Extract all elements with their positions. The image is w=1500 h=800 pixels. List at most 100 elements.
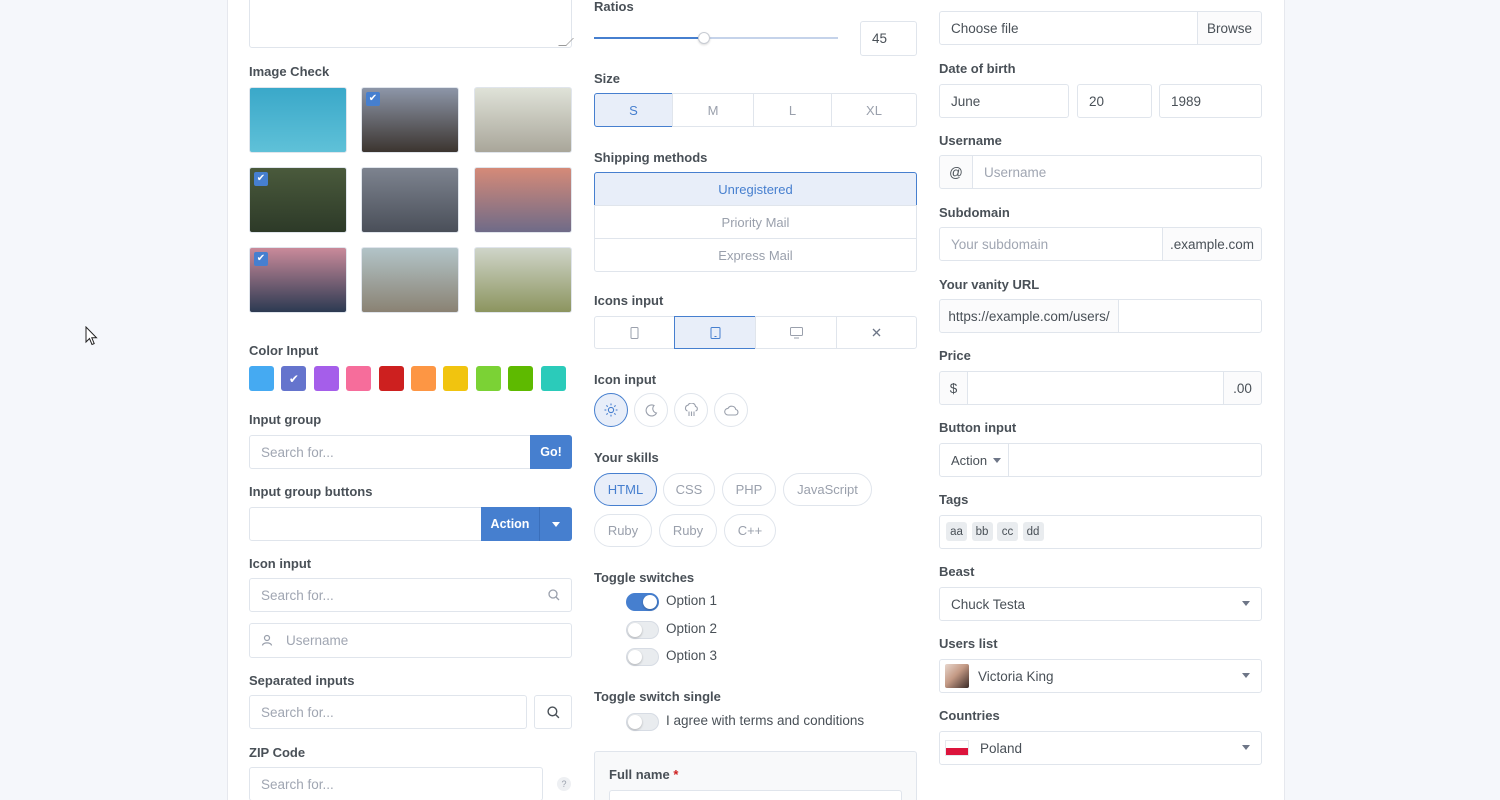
countries-label: Countries <box>939 708 1000 723</box>
device-option-phone[interactable] <box>594 316 675 349</box>
device-option-none[interactable] <box>836 316 917 349</box>
browse-button[interactable]: Browse <box>1197 11 1262 45</box>
dob-day-select[interactable]: 20 <box>1077 84 1152 118</box>
search-icon <box>546 705 559 718</box>
color-swatch[interactable]: ✔ <box>281 366 307 391</box>
size-option-s[interactable]: S <box>594 93 673 127</box>
zip-code-input[interactable]: Search for... <box>249 767 543 800</box>
action-button[interactable]: Action <box>481 507 539 541</box>
weather-option-cloud[interactable] <box>714 393 748 427</box>
subdomain-addon: .example.com <box>1162 227 1262 261</box>
full-name-input[interactable] <box>609 790 902 800</box>
color-swatch[interactable] <box>540 366 566 391</box>
ratio-slider-thumb[interactable] <box>697 32 710 44</box>
toggle-switch[interactable] <box>626 620 659 639</box>
username-input[interactable]: Username <box>972 155 1262 189</box>
icon-username-input[interactable]: Username <box>249 623 572 658</box>
beast-select[interactable]: Chuck Testa <box>939 587 1262 621</box>
dob-month-select[interactable]: June <box>939 84 1069 118</box>
color-swatch[interactable] <box>411 366 436 391</box>
skill-pill[interactable]: Ruby <box>594 514 652 547</box>
toggle-switch[interactable] <box>626 593 659 611</box>
toggle-knob <box>628 715 642 729</box>
mountain-girls-image[interactable]: ✔ <box>361 87 459 153</box>
tag-chip[interactable]: bb <box>971 522 993 541</box>
lake-mountains-image[interactable] <box>361 167 459 233</box>
ratio-value-input[interactable]: 45 <box>860 21 917 56</box>
button-input-action[interactable]: Action <box>939 443 1009 477</box>
valley-image[interactable] <box>474 247 572 313</box>
sunset-image[interactable] <box>474 167 572 233</box>
vanity-url-input[interactable] <box>1118 299 1262 333</box>
color-swatch[interactable] <box>346 366 372 391</box>
textarea[interactable] <box>249 0 572 48</box>
color-swatch[interactable] <box>508 366 534 391</box>
toggle-switch-label: Option 2 <box>666 620 718 636</box>
skill-pill[interactable]: Ruby <box>659 514 717 547</box>
icon-input-label: Icon input <box>249 556 312 571</box>
size-option-l[interactable]: L <box>753 93 832 127</box>
zip-code-placeholder: Search for... <box>261 776 334 792</box>
dob-year-select[interactable]: 1989 <box>1159 84 1262 118</box>
skill-pill[interactable]: HTML <box>594 473 657 506</box>
island-image[interactable] <box>249 87 347 153</box>
file-input[interactable]: Choose file <box>939 11 1198 45</box>
color-swatch[interactable] <box>249 366 274 391</box>
input-group-placeholder: Search for... <box>261 444 334 460</box>
skill-pill[interactable]: C++ <box>724 514 776 547</box>
separated-search-button[interactable] <box>534 695 572 729</box>
temple-image[interactable]: ✔ <box>249 167 347 233</box>
input-group-search[interactable]: Search for... <box>249 435 532 469</box>
weather-option-sun[interactable] <box>594 393 628 427</box>
terms-toggle[interactable] <box>626 713 659 731</box>
size-option-xl[interactable]: XL <box>831 93 917 127</box>
countries-select[interactable]: Poland <box>939 731 1262 765</box>
icon-search-input[interactable]: Search for... <box>249 578 572 612</box>
subdomain-input[interactable]: Your subdomain <box>939 227 1163 261</box>
skill-pill[interactable]: JavaScript <box>783 473 872 506</box>
tag-chip[interactable]: dd <box>1022 522 1044 541</box>
toggle-knob <box>643 595 657 609</box>
toggle-switches-label: Toggle switches <box>594 570 695 585</box>
skill-pill[interactable]: PHP <box>722 473 776 506</box>
separated-search-input[interactable]: Search for... <box>249 695 527 729</box>
color-swatch[interactable] <box>443 366 469 391</box>
device-option-tablet[interactable] <box>674 316 756 349</box>
shipping-option[interactable]: Priority Mail <box>594 205 917 239</box>
action-dropdown-toggle[interactable] <box>539 507 572 541</box>
subdomain-placeholder: Your subdomain <box>951 236 1049 252</box>
input-group-buttons-field[interactable] <box>249 507 483 541</box>
color-swatch[interactable] <box>313 366 339 391</box>
tag-chip[interactable]: cc <box>997 522 1018 541</box>
shipping-option[interactable]: Unregistered <box>594 172 917 206</box>
tag-chip[interactable]: aa <box>946 522 967 541</box>
users-list-label: Users list <box>939 636 998 651</box>
weather-option-moon[interactable] <box>634 393 668 427</box>
go-button[interactable]: Go! <box>530 435 572 469</box>
color-swatch[interactable] <box>378 366 404 391</box>
shipping-option[interactable]: Express Mail <box>594 238 917 272</box>
skill-pill[interactable]: CSS <box>663 473 715 506</box>
toggle-switch[interactable] <box>626 648 659 666</box>
size-option-m[interactable]: M <box>672 93 754 127</box>
icons-input-label: Icons input <box>594 293 664 308</box>
countries-value: Poland <box>980 740 1023 756</box>
monitor-icon <box>789 326 803 338</box>
calm-lake-image[interactable] <box>361 247 459 313</box>
icon-username-placeholder: Username <box>286 633 349 648</box>
color-swatch[interactable] <box>475 366 501 391</box>
bmx-image[interactable] <box>474 87 572 153</box>
device-option-monitor[interactable] <box>755 316 837 349</box>
button-input-field[interactable] <box>1008 443 1262 477</box>
checkmark-icon: ✔ <box>254 252 268 266</box>
users-list-select[interactable]: Victoria King <box>939 659 1262 693</box>
price-input[interactable] <box>967 371 1224 405</box>
full-name-text: Full name <box>609 767 670 782</box>
at-addon: @ <box>939 155 973 189</box>
weather-option-rain[interactable] <box>674 393 708 427</box>
caret-down-icon <box>1242 673 1250 678</box>
caret-down-icon <box>552 521 560 527</box>
help-icon[interactable]: ? <box>557 777 571 791</box>
glacier-image[interactable]: ✔ <box>249 247 347 313</box>
toggle-switch-label: Option 1 <box>666 593 718 608</box>
